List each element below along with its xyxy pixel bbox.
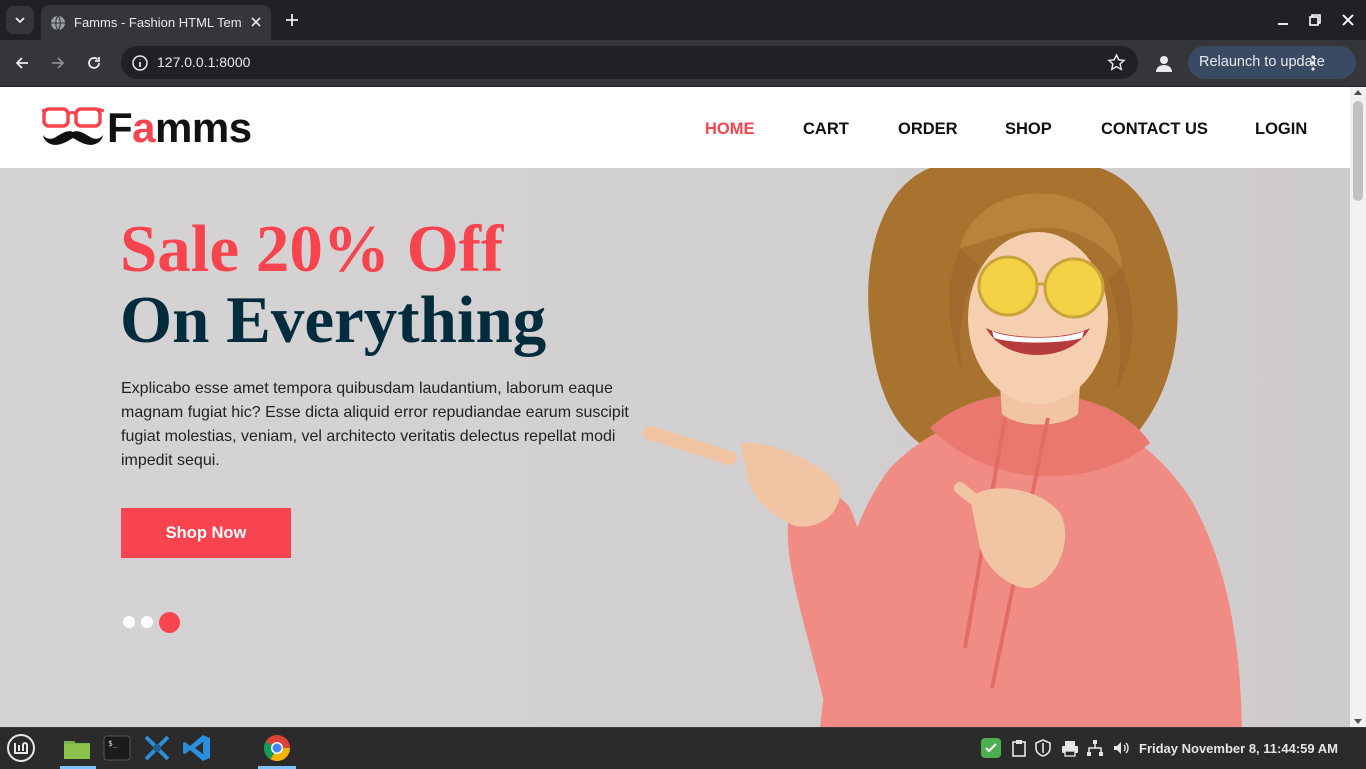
address-bar[interactable]: 127.0.0.1:8000 — [121, 46, 1138, 79]
clipboard-icon[interactable] — [1010, 739, 1028, 757]
chevron-down-icon — [15, 17, 25, 24]
close-tab-icon[interactable] — [249, 15, 263, 29]
site-info-icon[interactable] — [131, 54, 149, 72]
nav-home[interactable]: HOME — [705, 120, 755, 139]
tab-title: Famms - Fashion HTML Template — [74, 15, 242, 30]
nav-shop[interactable]: SHOP — [1005, 120, 1052, 139]
forward-icon[interactable] — [48, 53, 68, 73]
hero-headline-sale: Sale 20% Off — [120, 212, 504, 286]
main-nav: HOME CART ORDER SHOP CONTACT US LOGIN — [0, 120, 1350, 140]
network-tool-icon[interactable] — [142, 733, 172, 763]
chrome-icon[interactable] — [262, 733, 292, 763]
update-shield-icon[interactable] — [980, 737, 1002, 759]
hero-headline-everything: On Everything — [120, 283, 547, 357]
web-page: Famms HOME CART ORDER SHOP CONTACT US LO… — [0, 87, 1350, 727]
url-text: 127.0.0.1:8000 — [157, 54, 251, 70]
reload-icon[interactable] — [84, 53, 104, 73]
vscode-icon[interactable] — [182, 733, 212, 763]
scroll-down-arrow[interactable] — [1354, 719, 1362, 724]
menu-icon[interactable] — [6, 733, 36, 763]
bookmark-star-icon[interactable] — [1107, 53, 1126, 72]
globe-icon — [51, 15, 65, 30]
svg-text:$_: $_ — [108, 739, 118, 748]
clock[interactable]: Friday November 8, 11:44:59 AM — [1139, 741, 1338, 756]
security-shield-icon[interactable] — [1034, 739, 1052, 757]
browser-tab[interactable]: Famms - Fashion HTML Template — [41, 5, 271, 40]
browser-tab-bar: Famms - Fashion HTML Template — [0, 0, 1366, 40]
os-taskbar: $_ Friday November 8, 11:44:59 AM — [0, 727, 1366, 769]
scroll-thumb[interactable] — [1353, 101, 1363, 201]
network-icon[interactable] — [1086, 739, 1104, 757]
hero-slider: Sale 20% Off On Everything Explicabo ess… — [0, 168, 1350, 727]
tab-search-button[interactable] — [6, 6, 34, 34]
hero-model-image — [643, 168, 1242, 727]
files-icon[interactable] — [62, 733, 92, 763]
printer-icon[interactable] — [1061, 739, 1079, 757]
profile-icon[interactable] — [1152, 52, 1176, 76]
site-header: Famms HOME CART ORDER SHOP CONTACT US LO… — [0, 87, 1350, 168]
back-icon[interactable] — [12, 53, 32, 73]
relaunch-button[interactable]: Relaunch to update — [1188, 46, 1356, 79]
minimize-icon[interactable] — [1275, 12, 1291, 28]
kebab-menu-icon[interactable] — [1311, 55, 1315, 71]
shop-now-button[interactable]: Shop Now — [121, 508, 291, 558]
page-scrollbar[interactable] — [1350, 87, 1366, 727]
maximize-icon[interactable] — [1307, 12, 1323, 28]
volume-icon[interactable] — [1112, 739, 1130, 757]
carousel-dot-3-active[interactable] — [159, 612, 180, 633]
scroll-up-arrow[interactable] — [1354, 90, 1362, 95]
close-window-icon[interactable] — [1340, 12, 1356, 28]
terminal-icon[interactable]: $_ — [102, 733, 132, 763]
nav-order[interactable]: ORDER — [898, 120, 958, 139]
nav-cart[interactable]: CART — [803, 120, 849, 139]
carousel-dot-2[interactable] — [141, 616, 153, 628]
nav-login[interactable]: LOGIN — [1255, 120, 1307, 139]
new-tab-icon[interactable] — [282, 10, 302, 30]
carousel-dot-1[interactable] — [123, 616, 135, 628]
relaunch-label: Relaunch to update — [1199, 54, 1325, 70]
nav-contact-us[interactable]: CONTACT US — [1101, 120, 1208, 139]
hero-description: Explicabo esse amet tempora quibusdam la… — [121, 380, 629, 469]
